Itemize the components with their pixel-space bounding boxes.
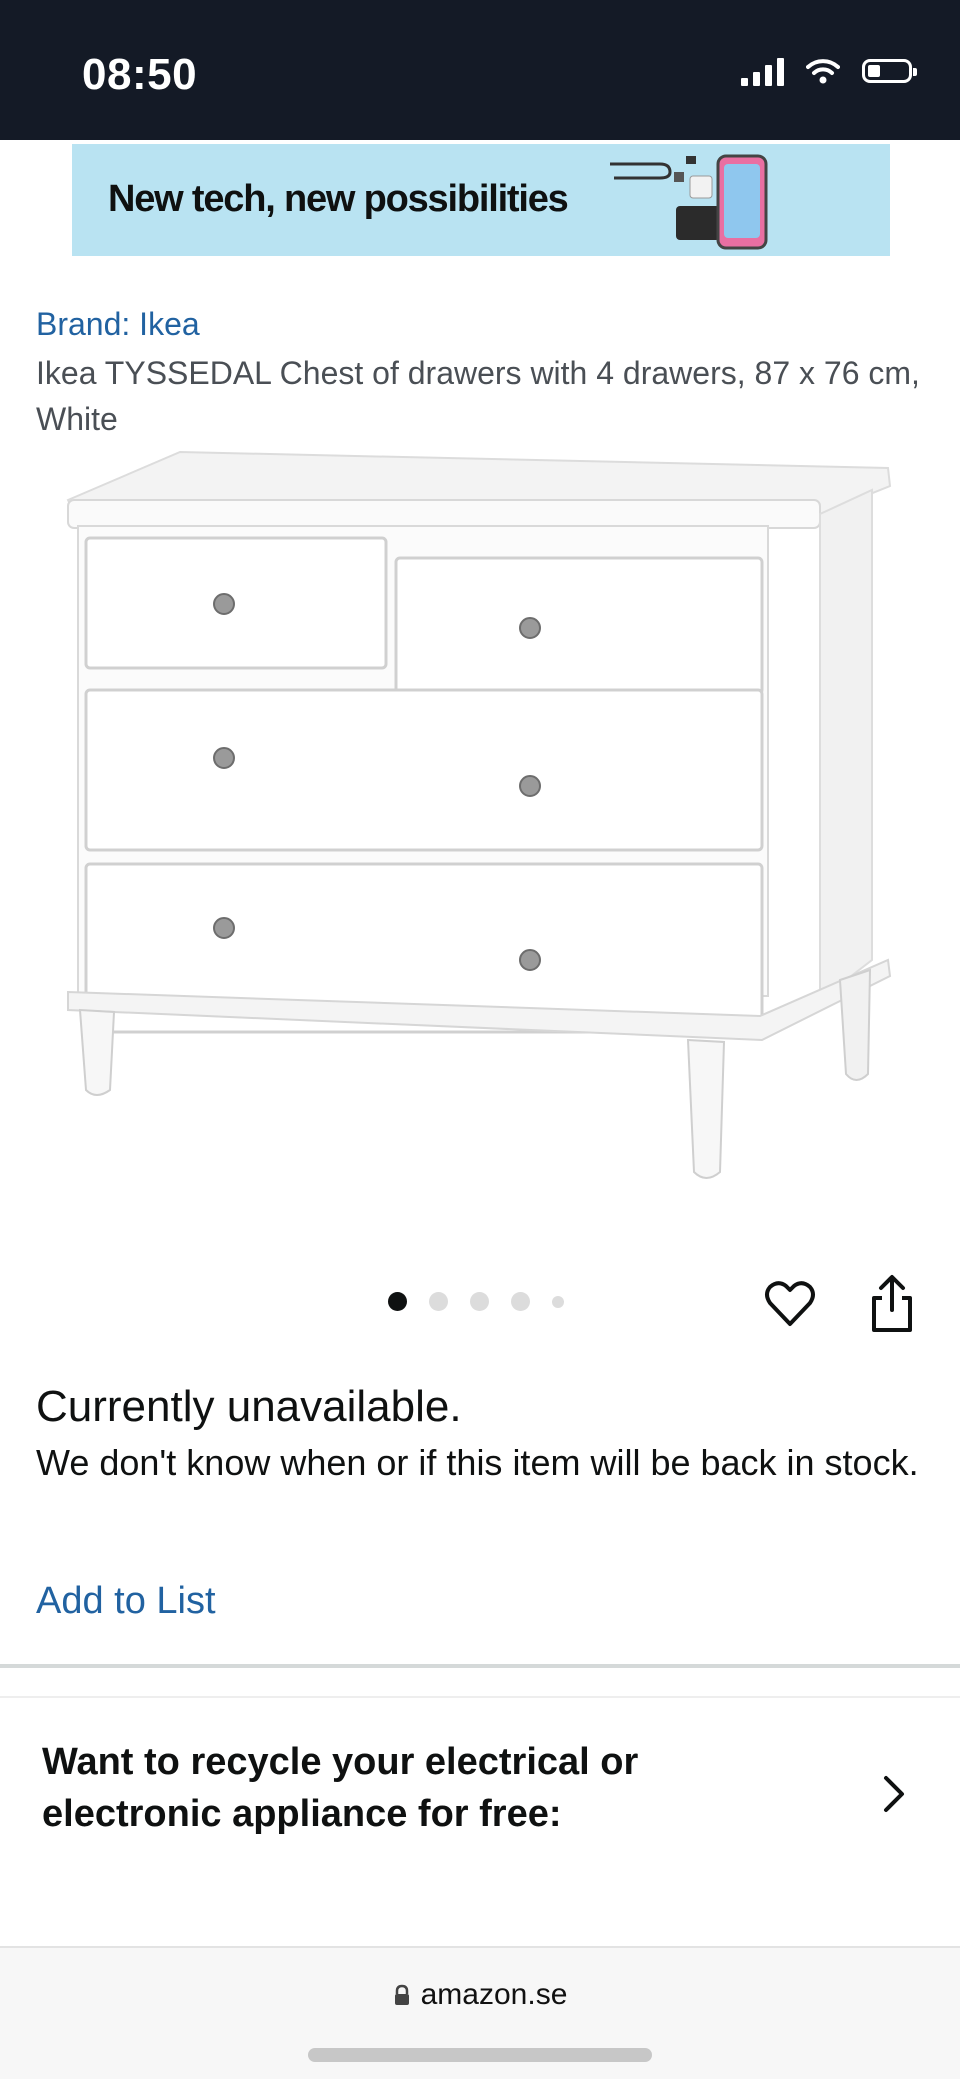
url-wrap: amazon.se	[0, 1978, 960, 2012]
lock-icon	[394, 1984, 409, 2005]
section-divider-light	[0, 1696, 960, 1698]
wifi-icon	[806, 59, 840, 84]
browser-url-bar[interactable]: amazon.se	[0, 1946, 960, 2079]
add-to-list-link[interactable]: Add to List	[36, 1580, 216, 1623]
battery-icon	[862, 59, 917, 83]
product-image[interactable]	[60, 440, 910, 1200]
home-indicator[interactable]	[308, 2048, 652, 2062]
chevron-right-icon	[884, 1776, 904, 1812]
image-carousel-dots[interactable]	[388, 1292, 564, 1311]
availability-status: Currently unavailable.	[36, 1382, 462, 1431]
status-bar: 08:50	[0, 0, 960, 140]
recycle-text: Want to recycle your electrical or elect…	[42, 1741, 639, 1835]
status-icons	[741, 56, 917, 86]
banner-text: New tech, new possibilities	[108, 178, 569, 220]
heart-icon[interactable]	[762, 1276, 818, 1332]
share-icon[interactable]	[864, 1272, 920, 1336]
signal-icon	[741, 56, 784, 86]
product-title: Ikea TYSSEDAL Chest of drawers with 4 dr…	[36, 355, 920, 437]
carousel-dot-3[interactable]	[470, 1292, 489, 1311]
section-divider	[0, 1664, 960, 1668]
promo-banner[interactable]: New tech, new possibilities	[72, 144, 890, 256]
carousel-dot-2[interactable]	[429, 1292, 448, 1311]
brand-link[interactable]: Brand: Ikea	[36, 306, 200, 343]
carousel-dot-4[interactable]	[511, 1292, 530, 1311]
carousel-dot-1[interactable]	[388, 1292, 407, 1311]
carousel-dot-5[interactable]	[552, 1295, 564, 1308]
devices-illustration-icon	[610, 154, 768, 250]
availability-note: We don't know when or if this item will …	[36, 1442, 919, 1483]
status-time: 08:50	[82, 50, 198, 99]
recycle-row[interactable]: Want to recycle your electrical or elect…	[0, 1700, 960, 1920]
url-text: amazon.se	[420, 1978, 568, 2011]
